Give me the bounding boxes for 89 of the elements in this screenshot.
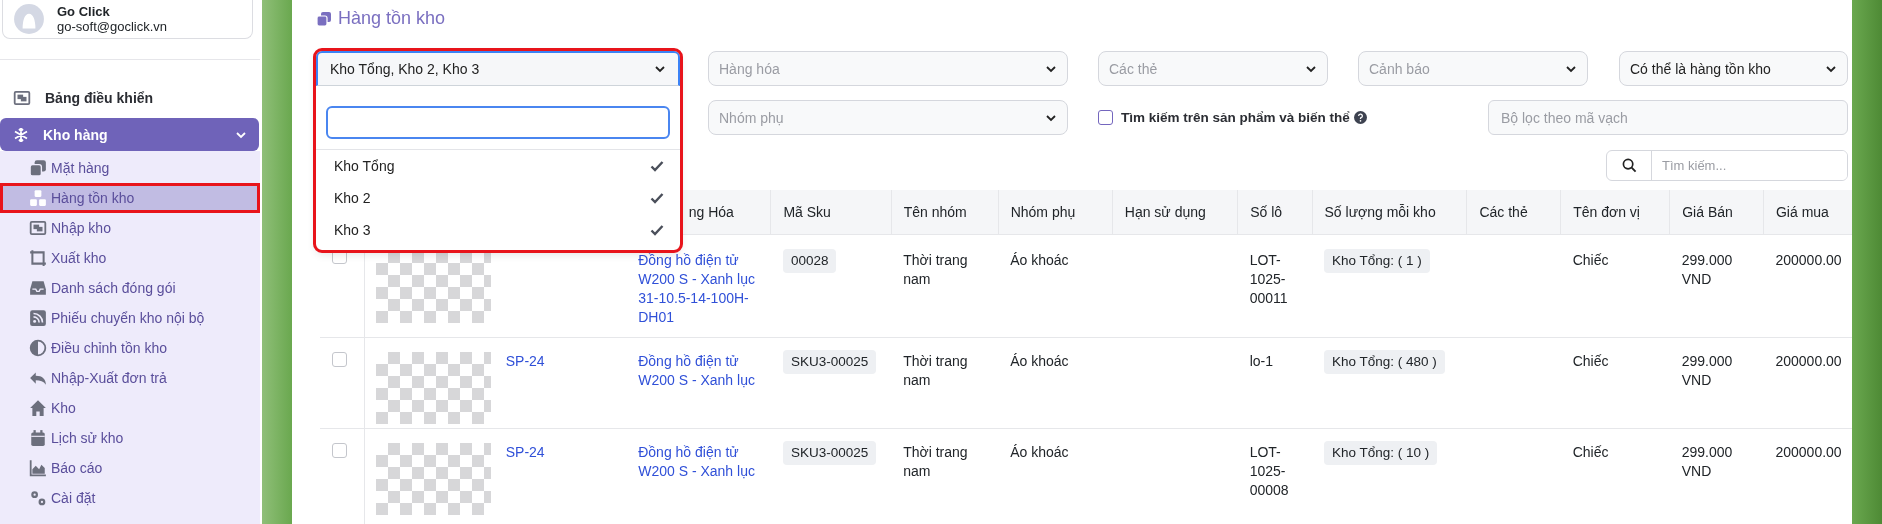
dropdown-option[interactable]: Kho 3 [316, 214, 680, 246]
image-frame-icon [28, 219, 48, 237]
inbox-icon [28, 279, 48, 297]
stack-icon [28, 159, 48, 177]
purchase-price-text: 200000.00 [1775, 252, 1842, 268]
barcode-filter-field[interactable]: Bộ lọc theo mã vạch [1488, 100, 1848, 135]
help-icon [1353, 111, 1367, 124]
lot-text: lo-1 [1249, 352, 1274, 371]
filter-select[interactable]: Có thể là hàng tồn kho [1619, 51, 1848, 86]
sale-price-text: 299.000 VND [1681, 252, 1733, 287]
search-icon [1621, 158, 1637, 173]
sidebar-item[interactable]: Phiếu chuyển kho nội bộ [0, 303, 260, 333]
stock-tag: Kho Tổng: ( 1 ) [1324, 249, 1430, 273]
column-header: Mã Sku [783, 204, 831, 220]
unit-text: Chiếc [1572, 353, 1609, 369]
dropdown-option[interactable]: Kho Tổng [316, 150, 680, 182]
sidebar-item[interactable]: Điều chỉnh tồn kho [0, 333, 260, 363]
rss-icon [28, 309, 48, 327]
unit-text: Chiếc [1572, 252, 1609, 268]
caret-icon [654, 63, 666, 75]
sidebar-item[interactable]: Danh sách đóng gói [0, 273, 260, 303]
lot-text: LOT-1025-00008 [1249, 443, 1290, 500]
column-header: Hạn sử dụng [1124, 204, 1206, 220]
stack-icon [316, 10, 332, 27]
sku-tag: SKU3-00025 [782, 441, 877, 465]
warehouse-select[interactable]: Kho Tổng, Kho 2, Kho 3 [316, 51, 680, 86]
sku-tag: SKU3-00025 [782, 350, 877, 374]
sidebar-item[interactable]: Lịch sử kho [0, 423, 260, 453]
product-code-link[interactable]: SP-24 [505, 352, 615, 371]
column-header: Tên đơn vị [1573, 204, 1640, 220]
page-title: Hàng tồn kho [316, 8, 1852, 29]
stock-tag: Kho Tổng: ( 10 ) [1324, 441, 1438, 465]
column-header: ng Hóa [688, 204, 734, 220]
crop-frame-icon [28, 249, 48, 267]
sidebar-item[interactable]: Bảng điều khiển [0, 82, 262, 114]
sidebar-group[interactable]: Kho hàng [0, 118, 259, 151]
lot-text: LOT-1025-00011 [1249, 251, 1289, 308]
subgroup-text: Áo khoác [1010, 444, 1069, 460]
check-icon [650, 192, 664, 204]
column-header: Số lô [1250, 204, 1283, 220]
subgroup-text: Áo khoác [1010, 252, 1069, 268]
user-name: Go Click [57, 3, 111, 19]
sidebar-item[interactable]: Xuất kho [0, 243, 260, 273]
group-text: Thời trang nam [903, 252, 968, 287]
unit-text: Chiếc [1572, 444, 1609, 460]
column-header: Các thẻ [1479, 204, 1528, 220]
product-name-link[interactable]: Đồng hồ điện tử W200 S - Xanh lục [638, 443, 759, 481]
sale-price-text: 299.000 VND [1681, 444, 1733, 479]
product-code-link[interactable]: SP-24 [505, 443, 615, 462]
avatar-icon [13, 3, 45, 35]
group-text: Thời trang nam [903, 353, 968, 388]
group-text: Thời trang nam [903, 444, 968, 479]
product-name-link[interactable]: Đồng hồ điện tử W200 S - Xanh lục 31-10.5-14-100H-DH01 [638, 251, 759, 327]
column-header: Số lượng mỗi kho [1324, 204, 1436, 220]
sidebar-item[interactable]: Báo cáo [0, 453, 260, 483]
sidebar-item[interactable]: Nhập kho [0, 213, 260, 243]
calendar-icon [28, 429, 48, 447]
boxes-icon [28, 189, 48, 207]
row-checkbox[interactable] [331, 443, 347, 458]
checkbox[interactable] [1098, 110, 1113, 125]
sidebar-item[interactable]: Mặt hàng [0, 153, 260, 183]
column-header: Giá mua [1775, 204, 1829, 220]
search-field[interactable]: Tìm kiếm... [1606, 150, 1848, 181]
sidebar-item[interactable]: Nhập-Xuất đơn trả [0, 363, 260, 393]
snowflake-icon [13, 126, 29, 143]
sidebar-item[interactable]: Hàng tồn kho [0, 183, 260, 213]
check-icon [650, 224, 664, 236]
dropdown-option[interactable]: Kho 2 [316, 182, 680, 214]
area-chart-icon [28, 459, 48, 477]
home-icon [28, 399, 48, 417]
product-name-link[interactable]: Đồng hồ điện tử W200 S - Xanh lục [638, 352, 759, 390]
dropdown-search-field[interactable] [326, 106, 670, 139]
stock-tag: Kho Tổng: ( 480 ) [1324, 350, 1445, 374]
checkbox-label: Tìm kiếm trên sản phẩm và biến thể [1121, 110, 1350, 125]
sidebar-item[interactable]: Kho [0, 393, 260, 423]
user-email: go-soft@goclick.vn [57, 18, 168, 35]
image-frame-icon [13, 89, 31, 107]
check-icon [650, 160, 664, 172]
subgroup-text: Áo khoác [1010, 353, 1069, 369]
column-header: Tên nhóm [903, 204, 967, 220]
sale-price-text: 299.000 VND [1681, 353, 1733, 388]
purchase-price-text: 200000.00 [1775, 353, 1842, 369]
purchase-price-text: 200000.00 [1775, 444, 1842, 460]
column-header: Nhóm phụ [1010, 204, 1076, 220]
half-circle-icon [28, 339, 48, 357]
column-header: Giá Bán [1682, 204, 1733, 220]
sidebar-item[interactable]: Cài đặt [0, 483, 260, 513]
row-checkbox[interactable] [331, 352, 347, 367]
sku-tag: 00028 [782, 249, 837, 273]
